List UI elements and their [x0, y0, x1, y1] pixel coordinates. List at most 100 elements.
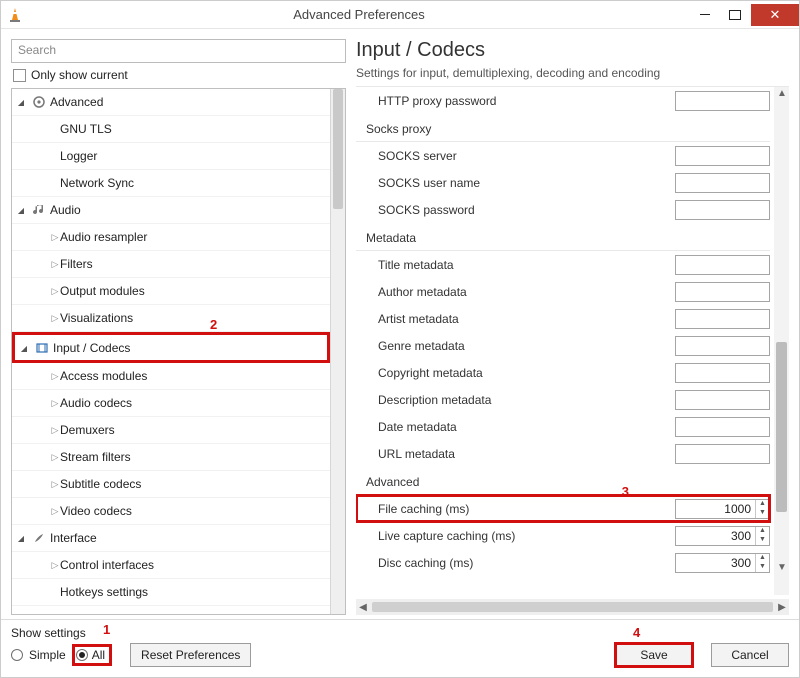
text-input[interactable] — [675, 309, 770, 329]
number-value: 1000 — [676, 502, 755, 516]
number-input[interactable]: 300▲▼ — [675, 526, 770, 546]
tree-item[interactable]: Video codecs — [12, 498, 330, 525]
page-title: Input / Codecs — [356, 39, 789, 62]
reset-preferences-button[interactable]: Reset Preferences — [130, 643, 251, 667]
annotation-1: 1 — [103, 622, 110, 637]
group-header: Metadata — [356, 225, 770, 251]
spinner[interactable]: ▲▼ — [755, 527, 769, 545]
tree-item[interactable]: Interface — [12, 525, 330, 552]
maximize-button[interactable] — [721, 4, 749, 26]
setting-label: SOCKS password — [378, 203, 675, 217]
chevron-right-icon[interactable] — [50, 505, 60, 517]
tree-item[interactable]: Network Sync — [12, 170, 330, 197]
tree-item-label: Audio — [50, 203, 81, 217]
annotation-2: 2 — [210, 317, 217, 332]
minimize-button[interactable] — [691, 4, 719, 26]
setting-label: File caching (ms) — [378, 502, 675, 516]
preferences-tree[interactable]: AdvancedGNU TLS Logger Network Sync Audio Au… — [12, 89, 330, 614]
text-input[interactable] — [675, 282, 770, 302]
tree-item[interactable]: GNU TLS — [12, 116, 330, 143]
show-settings-label: Show settings — [11, 626, 86, 640]
tree-item-label: Video codecs — [60, 504, 132, 518]
chevron-down-icon[interactable] — [19, 342, 29, 354]
cancel-button[interactable]: Cancel — [711, 643, 789, 667]
text-input[interactable] — [675, 173, 770, 193]
tree-scrollbar[interactable] — [330, 89, 345, 614]
chevron-right-icon[interactable] — [50, 312, 60, 324]
radio-simple[interactable] — [11, 649, 23, 661]
setting-label: HTTP proxy password — [378, 94, 675, 108]
annotation-4: 4 — [633, 625, 640, 640]
spinner[interactable]: ▲▼ — [755, 554, 769, 572]
chevron-down-icon[interactable] — [16, 204, 26, 216]
tree-item[interactable]: Subtitle codecs — [12, 471, 330, 498]
only-show-current-checkbox[interactable] — [13, 69, 26, 82]
tree-item[interactable]: Input / Codecs — [12, 332, 330, 363]
setting-row: SOCKS user name — [356, 169, 770, 196]
tree-item[interactable]: Filters — [12, 251, 330, 278]
setting-label: Title metadata — [378, 258, 675, 272]
chevron-right-icon[interactable] — [50, 397, 60, 409]
tree-item[interactable]: Visualizations — [12, 305, 330, 332]
chevron-right-icon[interactable] — [50, 231, 60, 243]
settings-scrollbar[interactable]: ▲ ▼ — [774, 87, 789, 595]
close-button[interactable] — [751, 4, 799, 26]
note-icon — [30, 203, 48, 217]
chevron-right-icon[interactable] — [50, 258, 60, 270]
group-header: Socks proxy — [356, 116, 770, 142]
setting-row: Title metadata — [356, 251, 770, 278]
chevron-right-icon[interactable] — [50, 370, 60, 382]
settings-h-scrollbar[interactable]: ◀▶ — [356, 599, 789, 615]
tree-item[interactable]: Access modules — [12, 363, 330, 390]
text-input[interactable] — [675, 146, 770, 166]
setting-row: Genre metadata — [356, 332, 770, 359]
number-value: 300 — [676, 556, 755, 570]
tree-item[interactable]: Hotkeys settings — [12, 579, 330, 606]
number-input[interactable]: 1000▲▼ — [675, 499, 770, 519]
tree-item[interactable]: Control interfaces — [12, 552, 330, 579]
tree-item[interactable]: Audio codecs — [12, 390, 330, 417]
spinner[interactable]: ▲▼ — [755, 500, 769, 518]
tree-item[interactable]: Stream filters — [12, 444, 330, 471]
number-input[interactable]: 300▲▼ — [675, 553, 770, 573]
tree-item[interactable]: Advanced — [12, 89, 330, 116]
text-input[interactable] — [675, 444, 770, 464]
tree-item-label: Filters — [60, 257, 93, 271]
text-input[interactable] — [675, 255, 770, 275]
tree-item[interactable]: Output modules — [12, 278, 330, 305]
chevron-right-icon[interactable] — [50, 285, 60, 297]
search-input[interactable]: Search — [11, 39, 346, 63]
setting-label: Live capture caching (ms) — [378, 529, 675, 543]
tree-item[interactable]: Logger — [12, 143, 330, 170]
tree-item[interactable]: Audio — [12, 197, 330, 224]
tree-item-label: Logger — [60, 149, 97, 163]
tree-item-label: Visualizations — [60, 311, 133, 325]
text-input[interactable] — [675, 200, 770, 220]
setting-row: Author metadata — [356, 278, 770, 305]
setting-label: URL metadata — [378, 447, 675, 461]
setting-row: Copyright metadata — [356, 359, 770, 386]
text-input[interactable] — [675, 91, 770, 111]
chevron-right-icon[interactable] — [50, 559, 60, 571]
settings-panel: HTTP proxy passwordSocks proxySOCKS serv… — [356, 87, 774, 595]
film-icon — [33, 341, 51, 355]
tree-item-label: Demuxers — [60, 423, 115, 437]
tree-item[interactable]: Audio resampler — [12, 224, 330, 251]
save-button[interactable]: Save — [615, 643, 693, 667]
setting-row: Date metadata — [356, 413, 770, 440]
gear-icon — [30, 95, 48, 109]
tree-item[interactable]: Demuxers — [12, 417, 330, 444]
chevron-right-icon[interactable] — [50, 478, 60, 490]
chevron-right-icon[interactable] — [50, 451, 60, 463]
text-input[interactable] — [675, 417, 770, 437]
text-input[interactable] — [675, 336, 770, 356]
radio-all[interactable] — [76, 649, 88, 661]
text-input[interactable] — [675, 363, 770, 383]
setting-row: URL metadata — [356, 440, 770, 467]
chevron-right-icon[interactable] — [50, 424, 60, 436]
setting-label: Author metadata — [378, 285, 675, 299]
text-input[interactable] — [675, 390, 770, 410]
chevron-down-icon[interactable] — [16, 96, 26, 108]
chevron-down-icon[interactable] — [16, 532, 26, 544]
setting-label: Copyright metadata — [378, 366, 675, 380]
